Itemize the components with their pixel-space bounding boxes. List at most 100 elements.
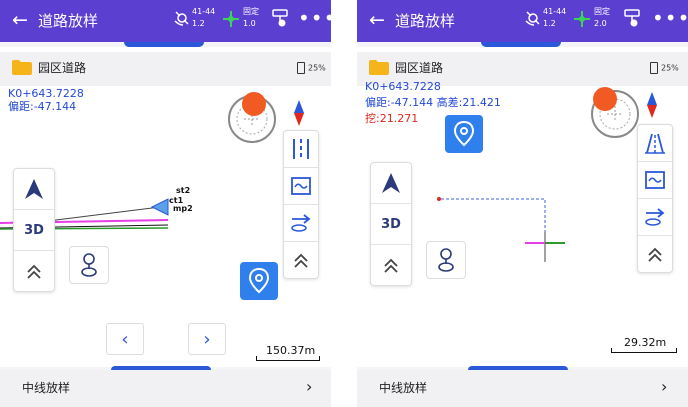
double-chevron-up-icon [294, 253, 308, 268]
right-toolbar [283, 130, 319, 279]
folder-name: 园区道路 [395, 61, 444, 75]
battery-icon [297, 62, 305, 74]
turn-arrow-icon [645, 208, 665, 226]
battery-level: 25% [308, 63, 326, 73]
mode-label: 中线放样 [22, 381, 71, 395]
fix-label: 固定 [243, 7, 259, 16]
bottom-bar[interactable]: 中线放样 › [357, 370, 688, 407]
double-chevron-up-icon [648, 247, 662, 262]
cross-section-icon [645, 171, 665, 189]
road-perspective-icon [645, 133, 665, 154]
locate-button[interactable] [445, 115, 483, 153]
next-point-button[interactable]: › [188, 323, 226, 355]
battery-status: 25% [650, 62, 679, 75]
position-marker-icon [150, 198, 169, 216]
satellite-status: 41-44 1.2 [543, 7, 566, 35]
double-chevron-up-icon [384, 258, 398, 273]
mileage-text: K0+643.7228 [365, 80, 441, 93]
previous-point-button[interactable]: ‹ [106, 323, 144, 355]
satellite-status: 41-44 1.2 [192, 7, 215, 35]
fix-value: 2.0 [594, 19, 607, 28]
right-screen: ← 道路放样 41-44 1.2 固定 2.0 ••• 园区道路 25% K0+… [357, 0, 688, 407]
3d-view-button[interactable]: 3D [371, 204, 411, 245]
guide-dashed-line [441, 198, 546, 232]
mileage-text: K0+643.7228 [8, 87, 84, 100]
navigation-arrow-icon [25, 179, 43, 199]
cross-section-button[interactable] [638, 162, 672, 199]
fix-crosshair-icon [574, 11, 590, 27]
right-toolbar [637, 124, 673, 273]
satellite-icon [174, 11, 189, 26]
scale-bar [256, 356, 320, 361]
navigation-arrow-icon [382, 173, 400, 193]
stake-point-button[interactable] [426, 241, 466, 279]
receiver-icon[interactable] [623, 8, 641, 28]
offset-text: 偏距:-47.144 [8, 100, 77, 113]
north-arrow-icon[interactable] [294, 100, 304, 126]
back-arrow-icon[interactable]: ← [369, 8, 385, 32]
3d-view-button[interactable]: 3D [14, 210, 54, 251]
folder-icon [12, 60, 32, 75]
3d-label: 3D [381, 216, 401, 232]
target-point [437, 197, 441, 201]
collapse-tools-button[interactable] [284, 242, 318, 278]
current-position-dot [593, 87, 617, 111]
page-title: 道路放样 [395, 12, 456, 30]
app-header: ← 道路放样 41-44 1.2 固定 2.0 ••• [357, 0, 688, 42]
locate-button[interactable] [240, 262, 278, 300]
satellite-value: 1.2 [543, 19, 556, 28]
satellite-icon [525, 11, 540, 26]
battery-status: 25% [297, 62, 326, 75]
battery-icon [650, 62, 658, 74]
folder-icon [369, 60, 389, 75]
offset-height-text: 偏距:-47.144 高差:21.421 [365, 96, 501, 109]
turn-arrow-icon [291, 214, 311, 232]
lane-view-button[interactable] [284, 131, 318, 168]
satellite-value: 1.2 [192, 19, 205, 28]
receiver-icon[interactable] [271, 8, 289, 28]
chevron-right-icon[interactable]: › [306, 378, 312, 396]
back-arrow-icon[interactable]: ← [12, 8, 28, 32]
lane-lines-icon [293, 139, 309, 159]
folder-bar: 园区道路 25% [0, 52, 331, 86]
satellite-count: 41-44 [543, 7, 567, 16]
stake-point-button[interactable] [69, 246, 109, 284]
collapse-left-button[interactable] [371, 245, 411, 285]
mode-label: 中线放样 [379, 381, 428, 395]
3d-label: 3D [24, 222, 44, 238]
fix-status: 固定 2.0 [594, 7, 610, 35]
map-label-mp2: mp2 [173, 204, 193, 213]
collapse-tools-button[interactable] [638, 236, 672, 272]
current-position-dot [242, 92, 266, 116]
left-screen: ← 道路放样 41-44 1.2 固定 1.0 ••• [0, 0, 331, 407]
more-menu-icon[interactable]: ••• [652, 8, 688, 28]
navigate-button[interactable] [371, 163, 411, 204]
collapse-left-button[interactable] [14, 251, 54, 291]
fix-value: 1.0 [243, 19, 256, 28]
folder-name: 园区道路 [38, 61, 87, 75]
cross-section-icon [291, 177, 311, 195]
stake-marker-icon [81, 253, 97, 277]
scale-bar [611, 348, 677, 353]
more-menu-icon[interactable]: ••• [298, 8, 331, 28]
stake-marker-icon [438, 248, 454, 272]
location-pin-icon [453, 120, 475, 147]
satellite-count: 41-44 [192, 7, 216, 16]
left-toolbar: 3D [13, 168, 55, 292]
app-header: ← 道路放样 41-44 1.2 固定 1.0 ••• [0, 0, 331, 42]
road-view-button[interactable] [638, 125, 672, 162]
bottom-bar[interactable]: 中线放样 › [0, 370, 331, 407]
north-arrow-icon[interactable] [647, 92, 657, 118]
direction-button[interactable] [638, 199, 672, 236]
cut-fill-text: 挖:21.271 [365, 112, 419, 125]
direction-button[interactable] [284, 205, 318, 242]
cross-section-button[interactable] [284, 168, 318, 205]
map-label-st2: st2 [176, 186, 191, 195]
left-toolbar: 3D [370, 162, 412, 286]
navigate-button[interactable] [14, 169, 54, 210]
fix-label: 固定 [594, 7, 610, 16]
fix-status: 固定 1.0 [243, 7, 259, 35]
location-pin-icon [248, 267, 270, 294]
battery-level: 25% [661, 63, 679, 73]
chevron-right-icon[interactable]: › [661, 378, 667, 396]
